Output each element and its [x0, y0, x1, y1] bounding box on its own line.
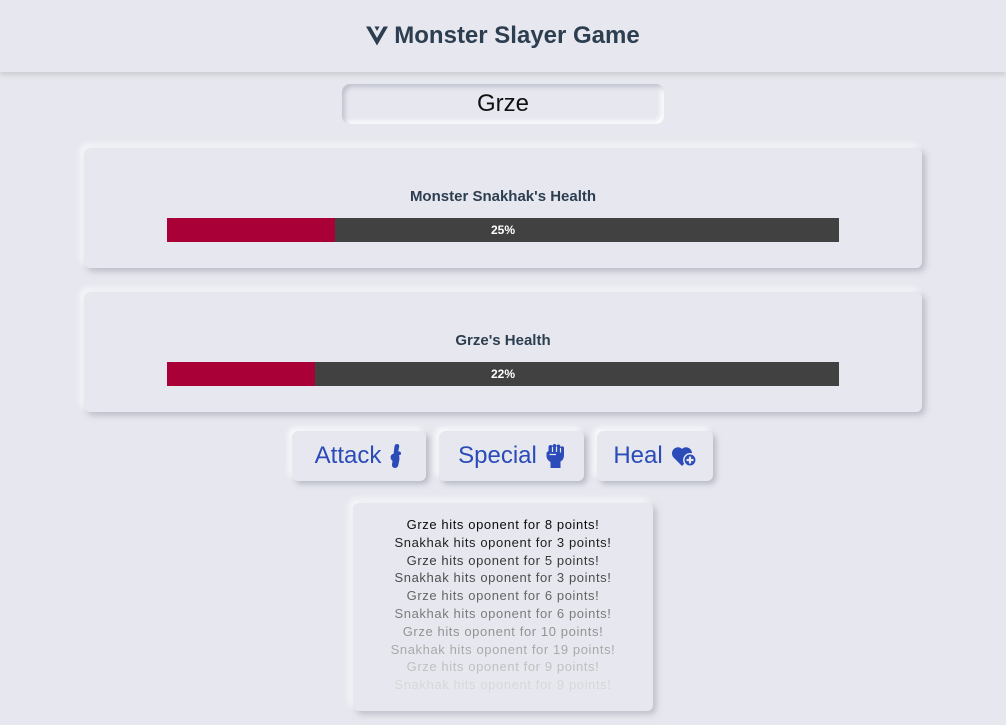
log-entry: Snakhak hits oponent for 19 points!: [390, 641, 616, 657]
heart-plus-icon: [671, 447, 697, 467]
attack-button[interactable]: Attack: [292, 431, 426, 481]
log-entry: Snakhak hits oponent for 3 points!: [394, 534, 612, 550]
player-health-card: Grze's Health 22%: [84, 292, 922, 412]
player-health-bar: 22%: [167, 362, 839, 386]
heal-button-label: Heal: [613, 442, 663, 469]
log-entry: Snakhak hits oponent for 9 points!: [394, 677, 612, 693]
log-entry: Snakhak hits oponent for 6 points!: [394, 605, 612, 621]
player-health-label: Grze's Health: [455, 332, 551, 349]
log-entry: Grze hits oponent for 6 points!: [406, 588, 600, 604]
app-header: Monster Slayer Game: [0, 0, 1006, 72]
battle-log: Grze hits oponent for 8 points! Snakhak h…: [353, 503, 653, 711]
log-entry: Grze hits oponent for 5 points!: [406, 552, 600, 568]
fist-icon: [546, 444, 564, 468]
heal-button[interactable]: Heal: [597, 431, 713, 481]
vue-logo-icon: [366, 26, 389, 46]
special-button-label: Special: [458, 442, 537, 469]
player-health-value: 22%: [490, 367, 516, 381]
attack-button-label: Attack: [314, 442, 382, 469]
header-title-group: Monster Slayer Game: [366, 22, 640, 50]
raised-fist-icon: [390, 444, 402, 468]
monster-health-bar: 25%: [167, 218, 839, 242]
log-entry: Grze hits oponent for 10 points!: [402, 623, 604, 639]
monster-health-card: Monster Snakhak's Health 25%: [84, 148, 922, 268]
monster-health-label: Monster Snakhak's Health: [409, 188, 597, 205]
log-entry: Grze hits oponent for 9 points!: [406, 659, 600, 675]
player-name-display: Grze: [342, 84, 664, 124]
battle-log-list: Grze hits oponent for 8 points! Snakhak h…: [353, 516, 653, 694]
special-attack-button[interactable]: Special: [439, 431, 584, 481]
log-entry: Grze hits oponent for 8 points!: [406, 517, 600, 532]
page-title: Monster Slayer Game: [394, 22, 640, 49]
monster-health-value: 25%: [490, 223, 516, 237]
log-entry: Snakhak hits oponent for 3 points!: [394, 570, 612, 586]
